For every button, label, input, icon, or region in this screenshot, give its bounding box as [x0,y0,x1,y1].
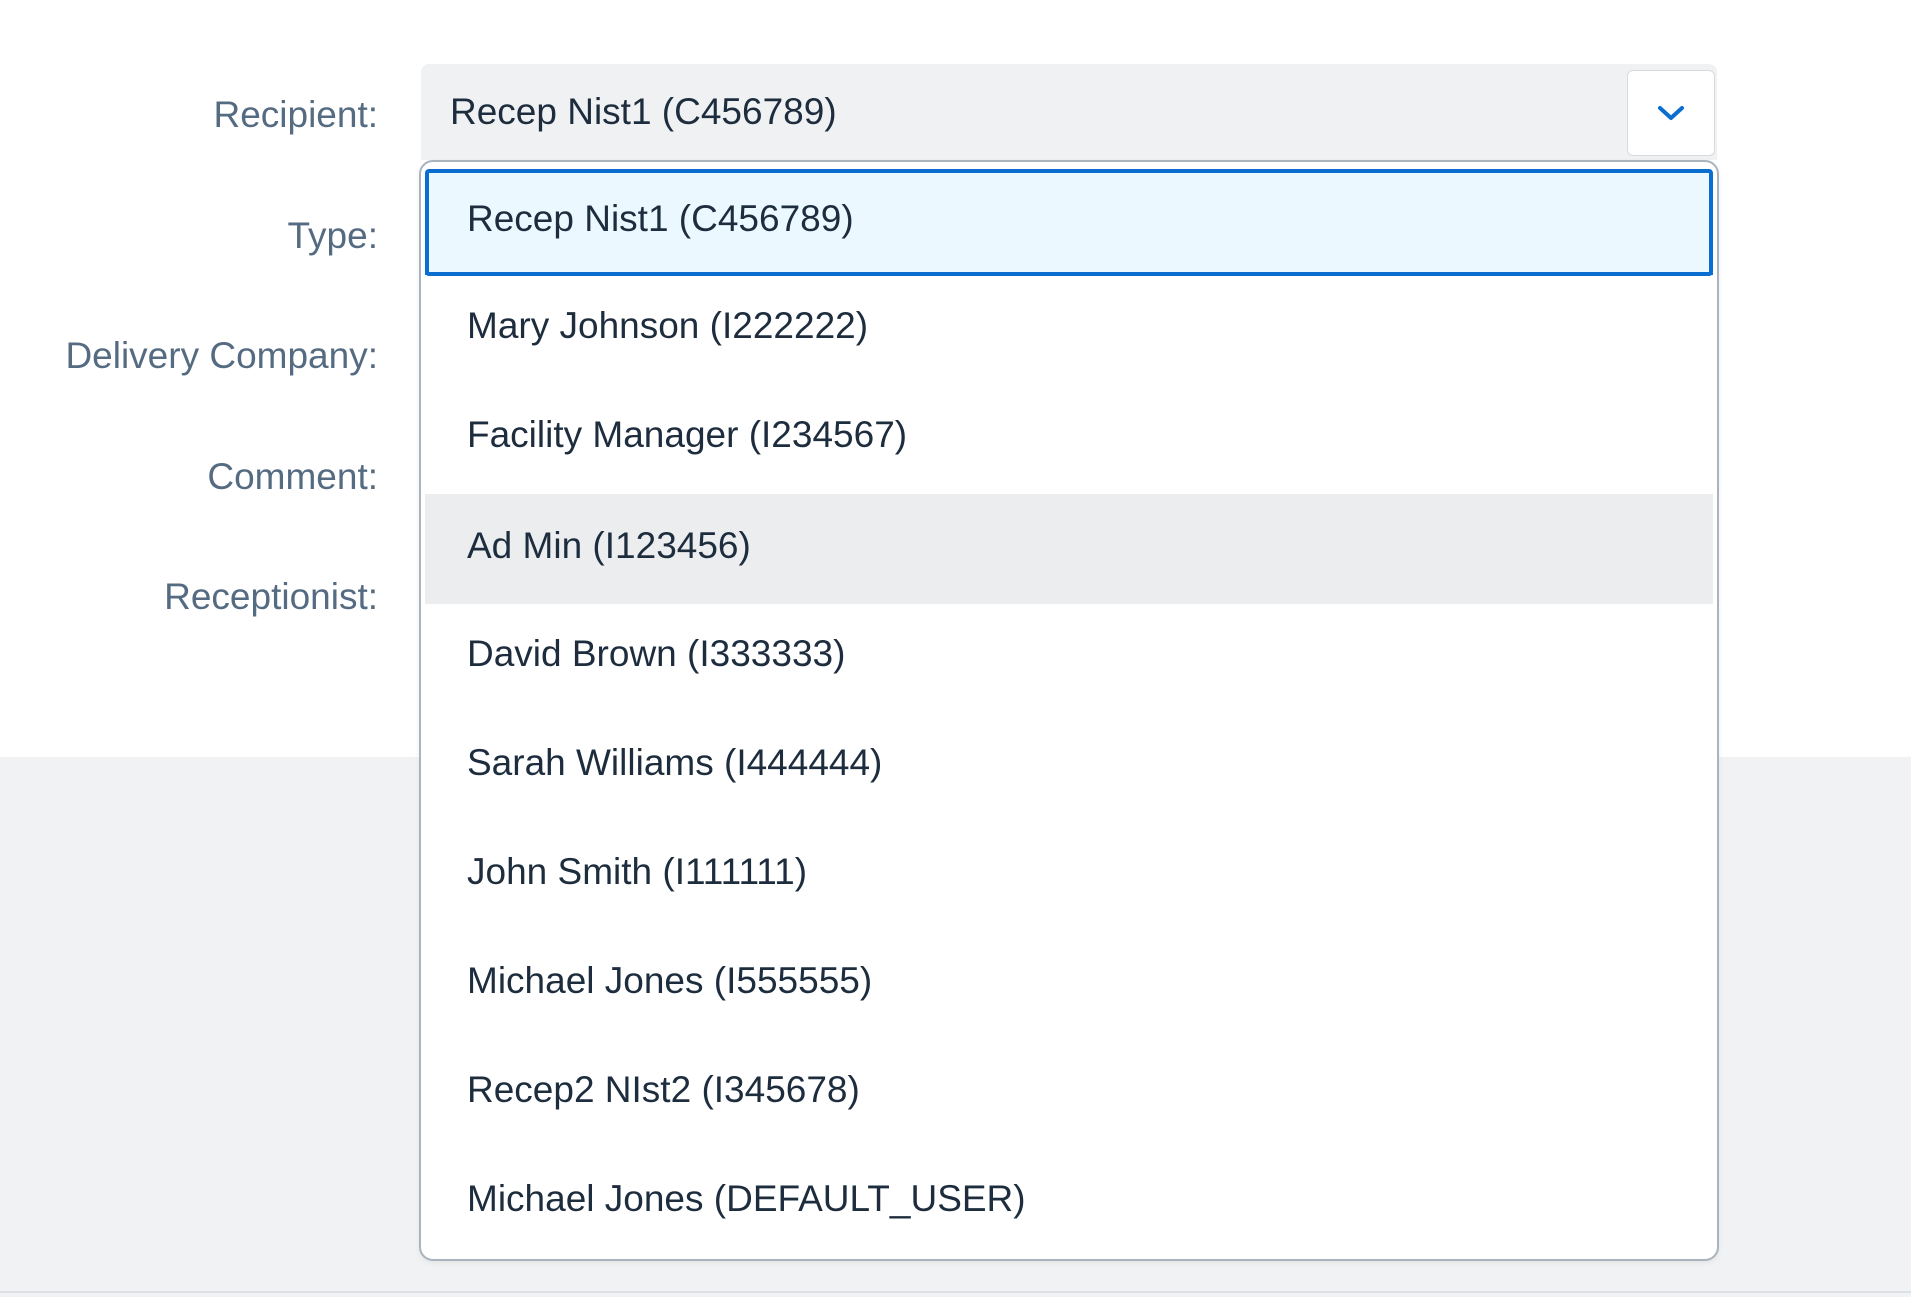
dropdown-option[interactable]: David Brown (I333333) [425,604,1713,711]
dropdown-option[interactable]: Facility Manager (I234567) [425,385,1713,492]
dropdown-option[interactable]: Recep2 NIst2 (I345678) [425,1040,1713,1147]
recipient-combobox-value[interactable]: Recep Nist1 (C456789) [450,90,837,134]
recipient-dropdown-list: Recep Nist1 (C456789) Mary Johnson (I222… [419,160,1719,1261]
footer-divider [0,1291,1911,1293]
recipient-dropdown-button[interactable] [1627,70,1715,156]
delivery-company-label: Delivery Company: [65,335,378,376]
dropdown-option-label: John Smith (I111111) [467,851,808,892]
dropdown-option[interactable]: Michael Jones (DEFAULT_USER) [425,1149,1713,1256]
type-label: Type: [287,215,379,256]
dropdown-option-label: Recep2 NIst2 (I345678) [467,1069,860,1110]
dropdown-option[interactable]: Michael Jones (I555555) [425,931,1713,1038]
dropdown-option-label: Sarah Williams (I444444) [467,742,883,783]
dropdown-option-label: Mary Johnson (I222222) [467,305,869,346]
recipient-label: Recipient: [213,94,378,135]
comment-label: Comment: [207,456,378,497]
receptionist-label: Receptionist: [164,576,378,617]
dropdown-option-label: David Brown (I333333) [467,633,846,674]
selected-option-underline [425,273,1713,275]
dropdown-option-label: Facility Manager (I234567) [467,414,908,455]
dropdown-option-label: Ad Min (I123456) [467,525,751,566]
recipient-combobox[interactable]: Recep Nist1 (C456789) [421,64,1717,160]
dropdown-option[interactable]: Sarah Williams (I444444) [425,713,1713,820]
dropdown-option-label: Recep Nist1 (C456789) [467,198,854,239]
dropdown-option[interactable]: John Smith (I111111) [425,822,1713,929]
dropdown-option-label: Michael Jones (I555555) [467,960,873,1001]
dropdown-option[interactable]: Mary Johnson (I222222) [425,276,1713,383]
dropdown-option-hovered[interactable]: Ad Min (I123456) [425,494,1713,604]
chevron-down-icon [1658,106,1684,120]
dropdown-option-selected[interactable]: Recep Nist1 (C456789) [425,169,1713,276]
dropdown-option-label: Michael Jones (DEFAULT_USER) [467,1178,1026,1219]
